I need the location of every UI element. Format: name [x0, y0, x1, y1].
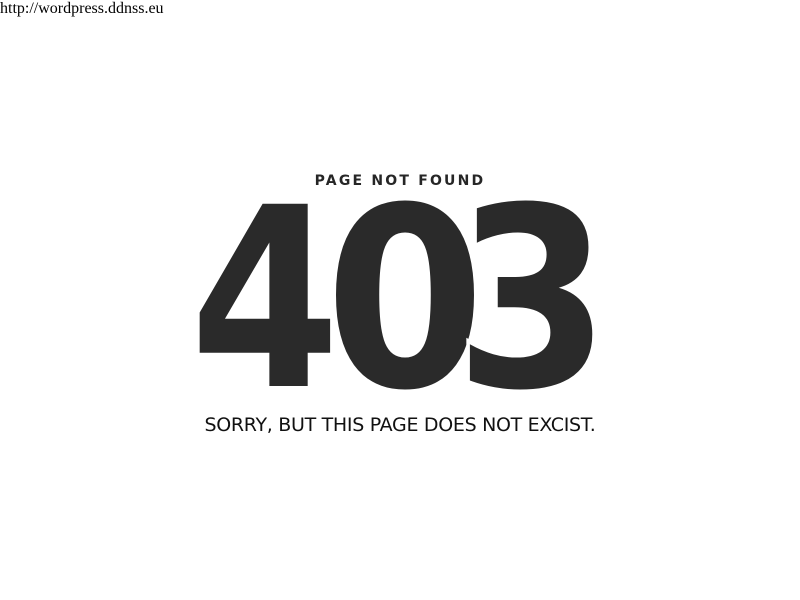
page-url-text: http://wordpress.ddnss.eu [0, 0, 164, 17]
error-message: SORRY, BUT THIS PAGE DOES NOT EXCIST. [204, 414, 596, 436]
error-code-svg: 4 0 3 [190, 200, 610, 390]
error-code-graphic: 4 0 3 [190, 200, 610, 390]
error-digit-first: 4 [190, 200, 340, 390]
page-not-found-heading: PAGE NOT FOUND [314, 173, 486, 189]
error-digit-third: 3 [455, 200, 610, 390]
